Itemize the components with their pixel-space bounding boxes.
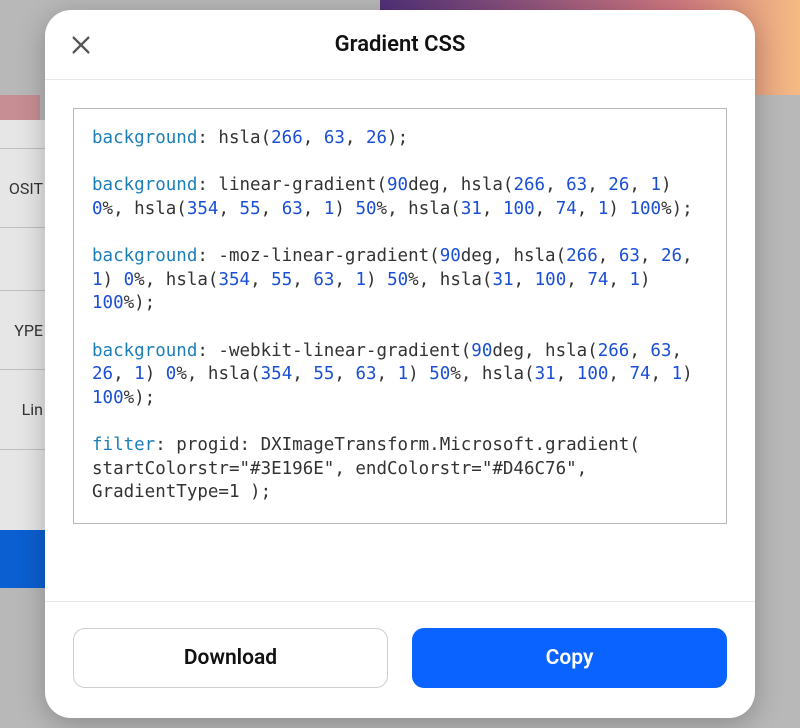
modal-body: background: hsla(266, 63, 26); backgroun… [45,80,755,601]
modal-footer: Download Copy [45,601,755,718]
gradient-css-modal: Gradient CSS background: hsla(266, 63, 2… [45,10,755,718]
close-button[interactable] [67,31,95,59]
bg-label-type: YPE [0,290,45,370]
bg-label-position: OSIT [0,148,45,228]
close-icon [70,34,92,56]
decorative-strip [0,95,40,123]
copy-button[interactable]: Copy [412,628,727,688]
modal-title: Gradient CSS [335,32,466,57]
bg-label-linear: Lin [0,370,45,450]
download-button[interactable]: Download [73,628,388,688]
css-code-block[interactable]: background: hsla(266, 63, 26); backgroun… [73,108,727,524]
bg-blue-bar [0,530,45,588]
modal-header: Gradient CSS [45,10,755,80]
